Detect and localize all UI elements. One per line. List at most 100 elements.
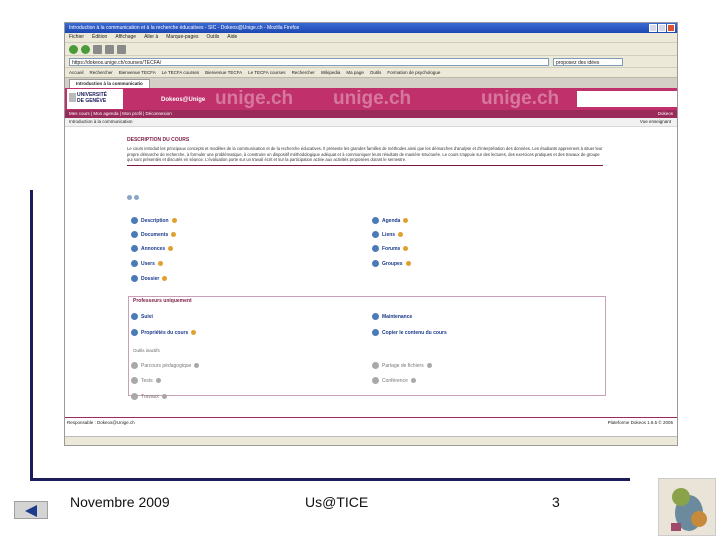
forums-icon <box>372 245 379 252</box>
description-divider <box>127 164 603 166</box>
view-mode-link[interactable]: Vue enseignant <box>640 118 671 126</box>
bookmark-item[interactable]: Le TECFA courses <box>162 68 199 77</box>
bookmark-item[interactable]: Ma page <box>346 68 364 77</box>
learning-path-icon <box>131 362 138 369</box>
visibility-icon[interactable] <box>194 363 200 368</box>
bookmark-item[interactable]: Bienvenue TECFA <box>119 68 156 77</box>
close-icon[interactable] <box>667 24 675 32</box>
maximize-icon[interactable] <box>658 24 666 32</box>
banner-watermark: unige.ch <box>333 88 412 109</box>
subnav-links[interactable]: Mes cours | Mon agenda | Mon profil | Dé… <box>69 111 172 116</box>
tool-link-documents[interactable]: Documents <box>131 231 177 238</box>
tests-icon <box>131 377 138 384</box>
visibility-icon[interactable] <box>157 261 163 266</box>
slide-frame-horizontal <box>30 478 630 481</box>
search-input[interactable]: proposez des idées <box>553 57 623 66</box>
slide-center-text: Us@TICE <box>305 494 369 510</box>
footer-responsible[interactable]: Responsable : Dokeos@Unige.ch <box>67 418 135 428</box>
visibility-icon[interactable] <box>405 261 411 266</box>
site-brand[interactable]: Dokeos@Unige <box>161 97 205 103</box>
footer-platform: Plateforme Dokeos 1.6.5 © 2005 <box>607 420 673 425</box>
tool-label: Suivi <box>141 313 153 320</box>
tool-link-announcements[interactable]: Annonces <box>131 245 174 252</box>
folder-icon <box>131 275 138 282</box>
breadcrumb-link[interactable]: Introduction à la communication <box>69 119 133 124</box>
bookmark-item[interactable]: Accueil <box>69 68 84 77</box>
bookmark-item[interactable]: Le TECFA courses <box>248 68 285 77</box>
tool-label: Copier le contenu du cours <box>382 329 447 336</box>
delete-icon[interactable] <box>134 195 139 200</box>
mascot-icon <box>671 488 707 531</box>
tool-link-copy-course[interactable]: Copier le contenu du cours <box>372 329 447 336</box>
window-controls <box>649 24 675 32</box>
visibility-icon[interactable] <box>162 276 168 281</box>
visibility-icon[interactable] <box>410 378 416 383</box>
visibility-icon[interactable] <box>171 232 177 237</box>
reload-icon[interactable] <box>93 44 102 54</box>
previous-slide-button[interactable] <box>14 501 48 519</box>
minimize-icon[interactable] <box>649 24 657 32</box>
tool-link-maintenance[interactable]: Maintenance <box>372 313 412 320</box>
menu-item[interactable]: Aller à <box>144 33 158 42</box>
page-footer: Responsable : Dokeos@Unige.ch Plateforme… <box>65 417 677 428</box>
tab-strip: Introduction à la communicatio <box>65 77 677 88</box>
visibility-icon[interactable] <box>171 218 177 223</box>
tool-link-tracking[interactable]: Suivi <box>131 313 153 320</box>
edit-icon[interactable] <box>127 195 132 200</box>
tool-label: Agenda <box>382 217 401 224</box>
tool-label: Forums <box>382 245 401 252</box>
menu-item[interactable]: Outils <box>207 33 220 42</box>
visibility-icon[interactable] <box>168 246 174 251</box>
subnav-right[interactable]: Dokeos <box>658 110 673 118</box>
tool-link-learning-path[interactable]: Parcours pédagogique <box>131 362 200 369</box>
bookmark-item[interactable]: Formation de psychologue <box>387 68 440 77</box>
tool-link-groups[interactable]: Groupes <box>372 260 411 267</box>
tool-link-tests[interactable]: Tests <box>131 377 161 384</box>
bookmark-item[interactable]: Rechercher <box>90 68 113 77</box>
tool-link-links[interactable]: Liens <box>372 231 404 238</box>
bookmark-item[interactable]: Rechercher <box>292 68 315 77</box>
tool-link-folder[interactable]: Dossier <box>131 275 168 282</box>
home-icon[interactable] <box>117 44 126 54</box>
address-input[interactable]: https://dokeos.unige.ch/courses/TECFA/ <box>69 57 549 66</box>
visibility-icon[interactable] <box>398 232 404 237</box>
visibility-icon[interactable] <box>155 378 161 383</box>
bookmark-item[interactable]: Outils <box>370 68 382 77</box>
tool-link-course-settings[interactable]: Propriétés du cours <box>131 329 197 336</box>
edit-controls <box>127 195 139 200</box>
visibility-icon[interactable] <box>403 246 409 251</box>
menu-item[interactable]: Affichage <box>115 33 136 42</box>
menu-item[interactable]: Édition <box>92 33 107 42</box>
tool-link-users[interactable]: Users <box>131 260 163 267</box>
bookmarks-bar: Accueil Rechercher Bienvenue TECFA Le TE… <box>65 67 677 77</box>
site-banner: UNIVERSITÉ DE GENÈVE Dokeos@Unige unige.… <box>65 88 677 110</box>
stop-icon[interactable] <box>105 44 114 54</box>
bookmark-item[interactable]: Bienvenue TECFA <box>205 68 242 77</box>
bookmark-item[interactable]: Wikipedia <box>321 68 341 77</box>
tool-link-description[interactable]: Description <box>131 217 177 224</box>
users-icon <box>131 260 138 267</box>
tool-link-conference[interactable]: Conférence <box>372 377 416 384</box>
groups-icon <box>372 260 379 267</box>
tool-link-file-sharing[interactable]: Partage de fichiers <box>372 362 432 369</box>
tool-link-assignments[interactable]: Travaux <box>131 393 167 400</box>
menu-item[interactable]: Aide <box>227 33 237 42</box>
tool-link-agenda[interactable]: Agenda <box>372 217 409 224</box>
visibility-icon[interactable] <box>403 218 409 223</box>
tool-label: Users <box>141 260 155 267</box>
logo-line-2: DE GENÈVE <box>77 98 107 104</box>
visibility-icon[interactable] <box>426 363 432 368</box>
menu-item[interactable]: Fichier <box>69 33 84 42</box>
visibility-icon[interactable] <box>191 330 197 335</box>
forward-icon[interactable] <box>81 44 90 54</box>
tool-label: Travaux <box>141 393 159 400</box>
banner-image <box>577 91 677 107</box>
tab-course[interactable]: Introduction à la communicatio <box>69 79 150 88</box>
visibility-icon[interactable] <box>161 394 167 399</box>
tool-label: Tests <box>141 377 153 384</box>
tool-link-forums[interactable]: Forums <box>372 245 409 252</box>
university-logo[interactable]: UNIVERSITÉ DE GENÈVE <box>67 89 123 109</box>
menu-item[interactable]: Marque-pages <box>166 33 198 42</box>
admin-tools-box: Professeurs uniquement Outils inactifs <box>128 296 606 396</box>
back-icon[interactable] <box>69 44 78 54</box>
